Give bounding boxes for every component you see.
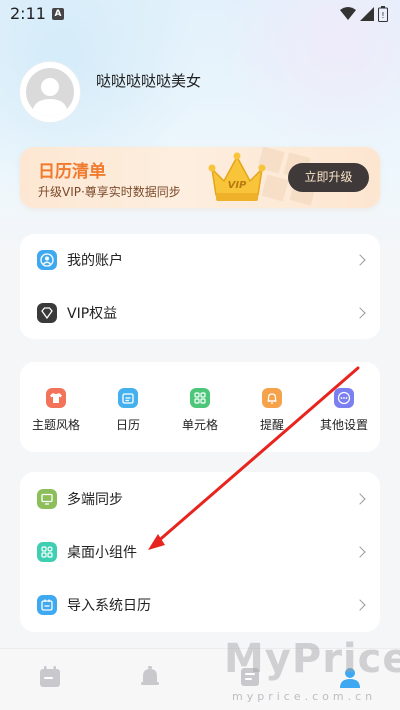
- avatar-placeholder-icon: [26, 68, 74, 116]
- tool-label: 主题风格: [31, 418, 80, 432]
- nav-tab-reminder[interactable]: [138, 665, 162, 689]
- calendar-import-icon: [37, 595, 57, 615]
- wifi-icon: [340, 7, 356, 20]
- tool-label: 其他设置: [319, 418, 368, 432]
- account-card: 我的账户 VIP权益: [20, 234, 380, 339]
- tool-cells[interactable]: 单元格: [164, 362, 236, 452]
- tool-label: 日历: [115, 418, 140, 432]
- menu-item-label: VIP权益: [67, 306, 118, 322]
- chevron-right-icon: [354, 599, 366, 611]
- menu-item-my-account[interactable]: 我的账户: [20, 234, 380, 286]
- vip-banner-subtitle: 升级VIP·尊享实时数据同步: [38, 185, 181, 199]
- tool-theme-style[interactable]: 主题风格: [20, 362, 92, 452]
- menu-item-label: 导入系统日历: [67, 598, 151, 614]
- menu-item-vip-benefits[interactable]: VIP权益: [20, 287, 380, 339]
- status-time: 2:11: [10, 4, 46, 23]
- menu-item-label: 多端同步: [67, 492, 123, 508]
- calendar-tab-icon: [40, 666, 60, 687]
- menu-item-label: 桌面小组件: [67, 545, 137, 561]
- tool-label: 提醒: [259, 418, 284, 432]
- vip-banner[interactable]: 日历清单 升级VIP·尊享实时数据同步 VIP 立即升级: [20, 147, 380, 208]
- status-bar: 2:11 A !: [0, 0, 400, 28]
- username[interactable]: 哒哒哒哒哒美女: [96, 70, 201, 91]
- menu-item-multi-device-sync[interactable]: 多端同步: [20, 473, 380, 525]
- grid-icon: [190, 388, 210, 408]
- chevron-right-icon: [354, 493, 366, 505]
- upgrade-button[interactable]: 立即升级: [288, 163, 369, 192]
- watermark-url: myprice.com.cn: [232, 690, 377, 703]
- vip-banner-title: 日历清单: [38, 162, 106, 182]
- nav-tab-calendar[interactable]: [38, 665, 62, 689]
- tool-reminder[interactable]: 提醒: [236, 362, 308, 452]
- diamond-icon: [37, 303, 57, 323]
- chevron-right-icon: [354, 254, 366, 266]
- battery-icon: !: [378, 6, 388, 22]
- tool-other-settings[interactable]: 其他设置: [308, 362, 380, 452]
- monitor-icon: [37, 489, 57, 509]
- widget-icon: [37, 542, 57, 562]
- more-card: 多端同步 桌面小组件 导入系统日历: [20, 472, 380, 632]
- svg-text:!: !: [381, 11, 384, 20]
- signal-icon: [360, 7, 374, 21]
- tool-label: 单元格: [181, 418, 218, 432]
- bell-icon: [262, 388, 282, 408]
- calendar-icon: [118, 388, 138, 408]
- watermark: MyPrice: [224, 636, 400, 682]
- menu-item-import-system-calendar[interactable]: 导入系统日历: [20, 579, 380, 631]
- more-icon: [334, 388, 354, 408]
- chevron-right-icon: [354, 546, 366, 558]
- status-icons: !: [340, 6, 388, 22]
- crown-icon: VIP: [208, 152, 266, 201]
- menu-item-label: 我的账户: [67, 253, 123, 269]
- tools-card: 主题风格 日历 单元格 提醒 其他设置: [20, 362, 380, 452]
- shirt-icon: [46, 388, 66, 408]
- notification-badge-icon: A: [52, 8, 64, 20]
- crown-label: VIP: [228, 180, 247, 191]
- chevron-right-icon: [354, 307, 366, 319]
- bell-tab-icon: [141, 666, 159, 685]
- menu-item-desktop-widget[interactable]: 桌面小组件: [20, 526, 380, 578]
- tool-calendar[interactable]: 日历: [92, 362, 164, 452]
- user-icon: [37, 250, 57, 270]
- avatar[interactable]: [20, 62, 80, 122]
